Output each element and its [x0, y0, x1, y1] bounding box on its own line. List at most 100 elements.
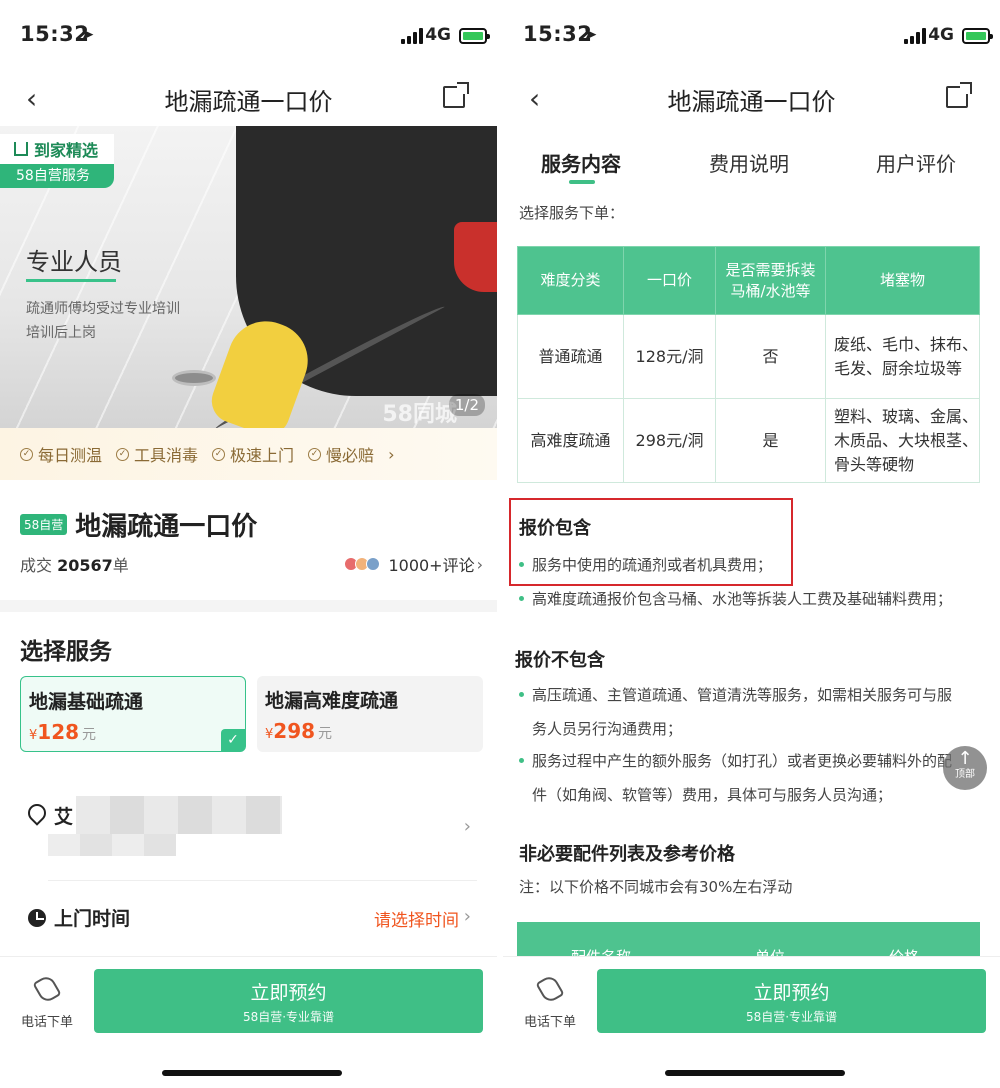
guarantee-item: ✓ 工具消毒: [116, 442, 198, 466]
table-header: 配件名称: [571, 946, 631, 956]
home-icon: [14, 142, 28, 156]
bullet-dot: [519, 691, 524, 697]
tab-fee-description[interactable]: 费用说明: [709, 148, 789, 177]
bottom-bar: 电话下单 立即预约 58自营·专业靠谱: [0, 956, 497, 1088]
parts-note: 注：以下价格不同城市会有30%左右浮动: [519, 878, 793, 896]
book-now-sub: 58自营·专业靠谱: [242, 1010, 335, 1024]
check-circle-icon: ✓: [212, 447, 226, 461]
page-title: 地漏疏通一口价: [164, 88, 333, 116]
active-tab-indicator: [569, 180, 595, 184]
parts-table-header: 配件名称 单位 价格: [517, 922, 980, 956]
book-now-label: 立即预约: [250, 982, 327, 1004]
nav-bar: ‹ 地漏疏通一口价: [0, 72, 497, 126]
phone-order-button[interactable]: 电话下单: [20, 973, 74, 1030]
hero-heading: 专业人员: [26, 248, 122, 276]
bullet-dot: [519, 595, 524, 601]
table-row: 高难度疏通 298元/洞 是 塑料、玻璃、金属、木质品、大块根茎、骨头等硬物: [517, 398, 980, 483]
exclude-item: 服务过程中产生的额外服务（如打孔）或者更换必要辅料外的配 件（如角阀、软管等）费用…: [519, 744, 989, 812]
book-now-sub: 58自营·专业靠谱: [745, 1010, 838, 1024]
table-cell: 128元/洞: [623, 314, 716, 399]
visit-time-row[interactable]: 上门时间 请选择时间 ›: [28, 904, 481, 934]
status-time: 15:32: [523, 22, 593, 46]
book-now-button[interactable]: 立即预约 58自营·专业靠谱: [597, 969, 986, 1033]
left-screen: 15:32 ➤ 4G ‹ 地漏疏通一口价 到家精选 58自营服务 专业人员 疏通…: [0, 0, 497, 1088]
home-indicator: [665, 1070, 845, 1076]
guarantee-bar[interactable]: ✓ 每日测温 ✓ 工具消毒 ✓ 极速上门 ✓ 慢必赔 ›: [0, 428, 497, 480]
location-pin-icon: [24, 800, 50, 826]
service-option-hard[interactable]: 地漏高难度疏通 ¥298 元: [257, 676, 483, 752]
chevron-right-icon: ›: [476, 554, 483, 574]
bottom-bar: 电话下单 立即预约 58自营·专业靠谱: [503, 956, 1000, 1088]
select-service-title: 选择服务: [20, 639, 112, 665]
tab-service-content[interactable]: 服务内容: [541, 148, 621, 177]
battery-icon: [962, 28, 993, 44]
deal-count: 成交 20567单: [20, 556, 129, 575]
phone-icon: [32, 973, 62, 1005]
chevron-right-icon: ›: [388, 444, 395, 464]
right-screen: 15:32 ➤ 4G ‹ 地漏疏通一口价 服务内容 费用说明 用户评价 选择服务…: [503, 0, 1000, 1088]
quote-exclude-title: 报价不包含: [515, 650, 605, 671]
tab-user-reviews[interactable]: 用户评价: [876, 148, 956, 177]
divider: [48, 880, 477, 881]
chevron-right-icon: ›: [463, 906, 471, 927]
arrow-up-icon: ↑: [957, 748, 973, 769]
reviews-count: 1000+评论: [388, 556, 475, 575]
network-type: 4G: [928, 25, 954, 45]
brand-name: 到家精选: [34, 141, 99, 160]
brand-badge: 到家精选 58自营服务: [0, 134, 114, 188]
visit-time-value: 请选择时间: [374, 911, 459, 931]
phone-order-label: 电话下单: [523, 1015, 576, 1030]
book-now-label: 立即预约: [753, 982, 830, 1004]
table-cell: 高难度疏通: [517, 398, 624, 483]
detail-tabs: 服务内容 费用说明 用户评价: [503, 140, 1000, 190]
phone-order-label: 电话下单: [20, 1015, 73, 1030]
back-to-top-label: 顶部: [955, 769, 975, 780]
share-icon[interactable]: [946, 82, 972, 108]
service-option-basic[interactable]: 地漏基础疏通 ¥128 元 ✓: [20, 676, 246, 752]
share-icon[interactable]: [443, 82, 469, 108]
carousel-pager: 1/2: [448, 394, 485, 416]
bullet-dot: [519, 561, 524, 567]
choose-service-label: 选择服务下单：: [519, 204, 625, 222]
service-price-table: 难度分类 一口价 是否需要拆装马桶/水池等 堵塞物 普通疏通 128元/洞 否 …: [517, 246, 980, 483]
address-text: 艾: [54, 806, 74, 828]
address-blurred: [76, 796, 282, 834]
table-row: 普通疏通 128元/洞 否 废纸、毛巾、抹布、毛发、厨余垃圾等: [517, 314, 980, 399]
reviews-link[interactable]: 1000+评论 ›: [344, 552, 483, 576]
drain-machine: [454, 222, 497, 292]
chevron-right-icon: ›: [463, 816, 471, 837]
section-gap: [0, 600, 497, 612]
hero-banner[interactable]: 到家精选 58自营服务 专业人员 疏通师傅均受过专业培训 培训后上岗 58同城 …: [0, 126, 497, 428]
network-type: 4G: [425, 25, 451, 45]
book-now-button[interactable]: 立即预约 58自营·专业靠谱: [94, 969, 483, 1033]
clock-icon: [28, 909, 46, 927]
signal-icon: [401, 28, 425, 44]
option-name: 地漏基础疏通: [29, 691, 144, 713]
table-header: 堵塞物: [825, 246, 980, 315]
status-time: 15:32: [20, 22, 90, 46]
table-cell: 是: [715, 398, 826, 483]
parts-title: 非必要配件列表及参考价格: [519, 844, 735, 865]
floor-drain: [172, 370, 216, 386]
phone-order-button[interactable]: 电话下单: [523, 973, 577, 1030]
option-price: ¥298 元: [265, 719, 333, 743]
page-title: 地漏疏通一口价: [667, 88, 836, 116]
address-row[interactable]: 艾 ›: [24, 792, 481, 862]
table-cell: 298元/洞: [623, 398, 716, 483]
hero-underline: [26, 279, 116, 282]
table-header: 单位: [755, 946, 785, 956]
check-circle-icon: ✓: [308, 447, 322, 461]
product-name: 地漏疏通一口价: [75, 512, 258, 542]
watermark: 58同城: [382, 402, 457, 427]
include-item: 服务中使用的疏通剂或者机具费用；: [519, 548, 772, 582]
table-cell: 否: [715, 314, 826, 399]
include-item: 高难度疏通报价包含马桶、水池等拆装人工费及基础辅料费用；: [519, 582, 952, 616]
quote-include-title: 报价包含: [519, 518, 591, 539]
check-circle-icon: ✓: [20, 447, 33, 461]
self-run-tag: 58自营: [20, 514, 68, 535]
brand-sub: 58自营服务: [0, 164, 114, 188]
check-circle-icon: ✓: [116, 447, 130, 461]
hero-desc-2: 培训后上岗: [26, 325, 96, 341]
table-cell: 普通疏通: [517, 314, 624, 399]
back-to-top-button[interactable]: ↑ 顶部: [943, 746, 987, 790]
